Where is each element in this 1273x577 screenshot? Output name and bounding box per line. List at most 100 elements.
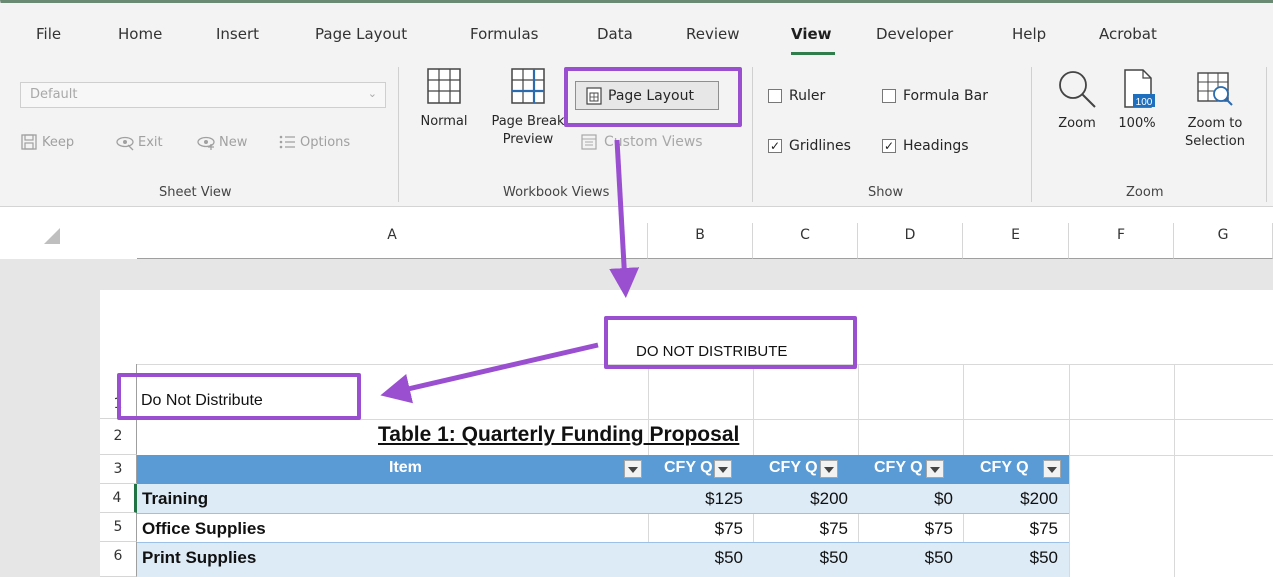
new-label: New: [219, 134, 248, 150]
row-header-6[interactable]: 6: [100, 542, 137, 577]
column-header-e[interactable]: E: [963, 223, 1069, 259]
eye-new-icon: [197, 136, 215, 150]
zoom-selection-icon: [1197, 72, 1233, 106]
table-title[interactable]: Table 1: Quarterly Funding Proposal: [378, 423, 739, 447]
save-icon: [21, 134, 37, 150]
tab-formulas[interactable]: Formulas: [470, 25, 538, 43]
zoom-100-button[interactable]: 100 100%: [1113, 67, 1161, 133]
row-value[interactable]: $75: [663, 519, 743, 539]
custom-views-button[interactable]: Custom Views: [580, 133, 703, 151]
row-value[interactable]: $50: [663, 548, 743, 568]
zoom-to-label-line1: Zoom to: [1187, 116, 1243, 131]
options-button[interactable]: Options: [278, 133, 350, 151]
column-header-d[interactable]: D: [858, 223, 963, 259]
magnifier-icon: [1059, 71, 1096, 108]
gridline: [1174, 364, 1175, 577]
column-header-c[interactable]: C: [753, 223, 858, 259]
column-header-b[interactable]: B: [648, 223, 753, 259]
row-header-2[interactable]: 2: [100, 419, 137, 455]
row-value[interactable]: $75: [873, 519, 953, 539]
gridline: [1069, 364, 1070, 577]
page-layout-highlight-box: [564, 67, 742, 127]
tab-page-layout[interactable]: Page Layout: [315, 25, 407, 43]
filter-dropdown-icon[interactable]: [1043, 460, 1061, 478]
row-value[interactable]: $50: [978, 548, 1058, 568]
tab-data[interactable]: Data: [597, 25, 633, 43]
row-value[interactable]: $50: [873, 548, 953, 568]
row-header-3[interactable]: 3: [100, 455, 137, 484]
table-header-q1[interactable]: CFY Q: [664, 459, 713, 477]
column-header-f[interactable]: F: [1069, 223, 1174, 259]
new-button[interactable]: New: [197, 133, 247, 151]
tab-help[interactable]: Help: [1012, 25, 1046, 43]
options-label: Options: [300, 134, 351, 150]
filter-dropdown-icon[interactable]: [624, 460, 642, 478]
group-divider: [398, 67, 399, 202]
normal-label: Normal: [420, 114, 468, 129]
page-break-label-line2: Preview: [502, 132, 554, 147]
page-break-label-line1: Page Break: [491, 114, 565, 129]
table-header-q3[interactable]: CFY Q: [874, 459, 923, 477]
tab-home[interactable]: Home: [118, 25, 162, 43]
page-break-icon: [511, 68, 545, 104]
row-item-name[interactable]: Print Supplies: [142, 548, 256, 568]
select-all-corner[interactable]: [0, 207, 137, 259]
group-divider: [1031, 67, 1032, 202]
gridlines-label: Gridlines: [789, 138, 851, 154]
formula-bar-checkbox-box: [882, 89, 896, 103]
keep-button[interactable]: Keep: [20, 133, 74, 151]
zoom-group-label: Zoom: [1126, 185, 1164, 200]
row-value[interactable]: $75: [978, 519, 1058, 539]
filter-dropdown-icon[interactable]: [714, 460, 732, 478]
normal-view-button[interactable]: Normal: [412, 65, 476, 131]
headings-checkbox[interactable]: ✓ Headings: [882, 138, 969, 154]
row-value[interactable]: $0: [873, 489, 953, 509]
exit-label: Exit: [138, 134, 163, 150]
list-icon: [279, 135, 295, 149]
tab-insert[interactable]: Insert: [216, 25, 259, 43]
row-value[interactable]: $125: [663, 489, 743, 509]
row-header-5[interactable]: 5: [100, 513, 137, 542]
formula-bar-label: Formula Bar: [903, 88, 988, 104]
formula-bar-checkbox[interactable]: Formula Bar: [882, 88, 988, 104]
table-header-row: Item CFY Q CFY Q CFY Q CFY Q: [137, 455, 1069, 484]
filter-dropdown-icon[interactable]: [926, 460, 944, 478]
normal-grid-icon: [427, 68, 461, 104]
sheet-view-group-label: Sheet View: [159, 185, 232, 200]
cell-highlight-box: [117, 373, 361, 420]
row-item-name[interactable]: Training: [142, 489, 208, 509]
sheet-view-dropdown[interactable]: Default ⌄: [20, 82, 386, 108]
menu-bar: File Home Insert Page Layout Formulas Da…: [0, 3, 1273, 55]
table-row: Office Supplies $75 $75 $75 $75: [137, 514, 1069, 543]
custom-views-icon: [581, 134, 597, 150]
zoom-100-icon-text: 100: [1136, 97, 1153, 108]
tab-acrobat[interactable]: Acrobat: [1099, 25, 1157, 43]
ruler-checkbox[interactable]: Ruler: [768, 88, 825, 104]
row-value[interactable]: $200: [978, 489, 1058, 509]
row-item-name[interactable]: Office Supplies: [142, 519, 266, 539]
filter-dropdown-icon[interactable]: [820, 460, 838, 478]
row-header-4[interactable]: 4: [100, 484, 137, 513]
row-value[interactable]: $75: [768, 519, 848, 539]
row-value[interactable]: $50: [768, 548, 848, 568]
table-header-q2[interactable]: CFY Q: [769, 459, 818, 477]
gridlines-check-icon: ✓: [768, 139, 782, 153]
headings-check-icon: ✓: [882, 139, 896, 153]
column-header-a[interactable]: A: [137, 223, 648, 259]
page-break-preview-button[interactable]: Page Break Preview: [478, 65, 578, 149]
column-header-g[interactable]: G: [1174, 223, 1273, 259]
tab-file[interactable]: File: [36, 25, 61, 43]
tab-view[interactable]: View: [791, 25, 832, 43]
gridlines-checkbox[interactable]: ✓ Gridlines: [768, 138, 851, 154]
zoom-to-selection-button[interactable]: Zoom to Selection: [1170, 67, 1260, 151]
zoom-button[interactable]: Zoom: [1052, 67, 1102, 133]
exit-button[interactable]: Exit: [116, 133, 163, 151]
row-value[interactable]: $200: [768, 489, 848, 509]
table-header-item[interactable]: Item: [389, 459, 422, 477]
tab-review[interactable]: Review: [686, 25, 740, 43]
eye-exit-icon: [116, 136, 134, 151]
tab-developer[interactable]: Developer: [876, 25, 953, 43]
headings-label: Headings: [903, 138, 969, 154]
header-highlight-box: [604, 316, 857, 369]
table-header-q4[interactable]: CFY Q: [980, 459, 1029, 477]
